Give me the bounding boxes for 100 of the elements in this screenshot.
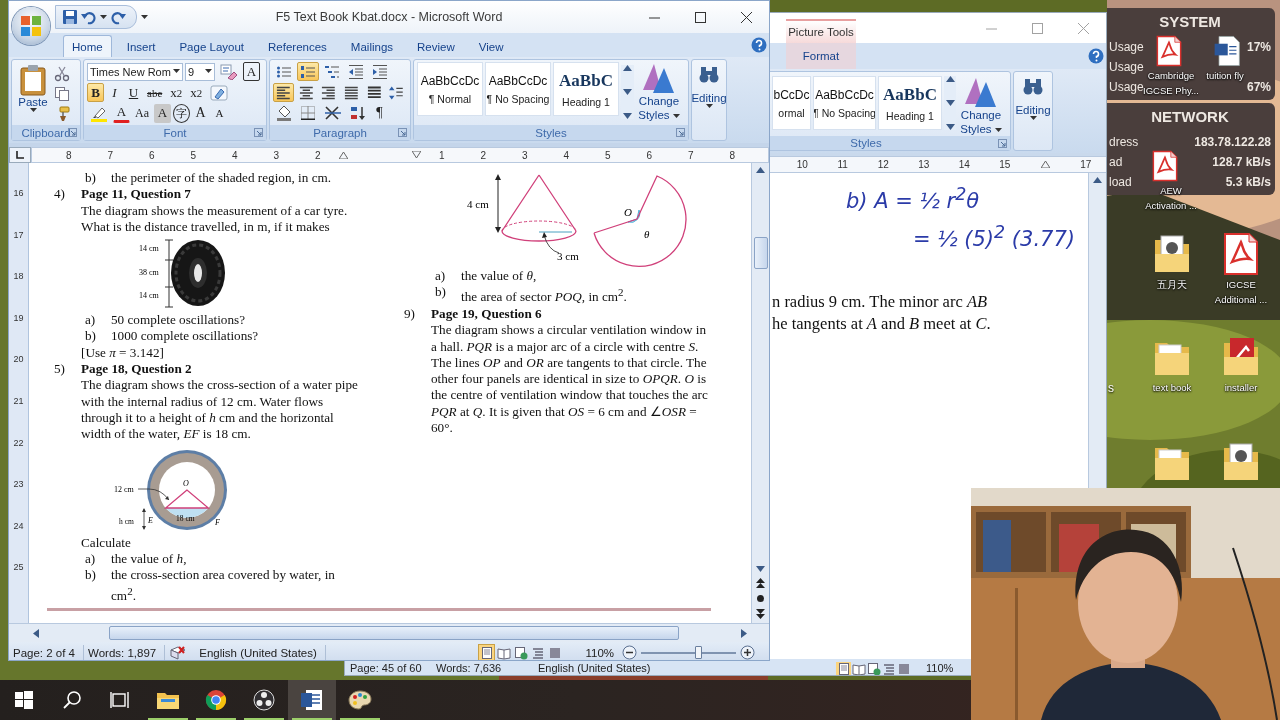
windows-logo-icon[interactable] — [15, 691, 33, 709]
change-case-button[interactable]: Aa — [132, 103, 152, 123]
ribbon-tab[interactable]: References — [259, 35, 336, 57]
scroll-right-icon[interactable] — [741, 628, 747, 638]
indent-marker-icon[interactable] — [412, 151, 421, 159]
style-tile[interactable]: AaBbC Heading 1 — [878, 76, 942, 130]
justify-icon[interactable] — [344, 84, 359, 101]
align-center-icon[interactable] — [298, 84, 314, 101]
ribbon-tab[interactable]: Insert — [117, 35, 165, 57]
style-tile[interactable]: AaBbC Heading 1 — [553, 62, 619, 116]
editing-button[interactable]: Editing — [1014, 72, 1052, 125]
maximize-icon[interactable] — [694, 11, 706, 23]
tab-selector-icon[interactable] — [15, 150, 25, 160]
strikethrough-button[interactable]: abe — [144, 83, 166, 102]
eraser-icon[interactable] — [210, 84, 229, 101]
taskbar-button[interactable] — [288, 680, 336, 720]
font-name-field[interactable]: Times New Rom — [87, 62, 183, 81]
indent-marker-icon[interactable] — [338, 151, 348, 159]
save-icon[interactable] — [62, 9, 78, 25]
task-view-icon[interactable] — [110, 691, 130, 709]
borders-icon[interactable] — [300, 105, 316, 122]
caret-icon[interactable] — [141, 14, 148, 20]
undo-icon[interactable] — [81, 9, 97, 25]
character-shading-button[interactable]: A — [154, 103, 171, 123]
paste-button[interactable]: Paste — [15, 62, 51, 123]
style-tile[interactable]: AaBbCcDc ¶ Normal — [417, 62, 483, 116]
scroll-up-icon[interactable] — [623, 65, 632, 71]
multilevel-list-icon[interactable] — [324, 63, 340, 80]
close-icon[interactable] — [740, 11, 752, 23]
help-icon[interactable] — [1088, 48, 1104, 64]
dialog-launcher-icon[interactable] — [254, 128, 263, 137]
scroll-thumb[interactable] — [109, 626, 679, 640]
scissors-icon[interactable] — [54, 66, 70, 82]
zoom-in-icon[interactable] — [740, 645, 755, 660]
line-spacing-icon[interactable] — [389, 84, 405, 101]
increase-indent-icon[interactable] — [372, 63, 388, 80]
text-direction-icon[interactable] — [324, 105, 342, 122]
indent-marker-icon[interactable] — [1040, 160, 1050, 168]
underline-button[interactable]: U — [125, 83, 142, 102]
clear-format-icon[interactable] — [220, 63, 238, 80]
align-right-icon[interactable] — [321, 84, 336, 101]
scroll-left-icon[interactable] — [33, 628, 39, 638]
scroll-down-icon[interactable] — [623, 113, 632, 119]
change-styles-button[interactable]: Change Styles — [958, 76, 1004, 136]
caret-icon[interactable] — [100, 14, 107, 20]
view-button[interactable] — [881, 662, 896, 675]
decrease-indent-icon[interactable] — [348, 63, 364, 80]
ribbon-tab[interactable]: Format — [786, 43, 856, 69]
character-border-button[interactable]: A — [243, 62, 260, 82]
bold-button[interactable]: B — [87, 83, 104, 102]
redo-icon[interactable] — [110, 9, 126, 25]
next-page-icon[interactable] — [756, 609, 765, 619]
zoom-out-icon[interactable] — [622, 645, 637, 660]
font-color-button[interactable]: A — [113, 103, 130, 123]
align-left-button[interactable] — [273, 83, 294, 102]
distribute-icon[interactable] — [366, 84, 382, 101]
style-tile[interactable]: AaBbCcDc ¶ No Spacing — [813, 76, 876, 130]
scroll-up-icon[interactable] — [945, 76, 955, 82]
sort-icon[interactable] — [350, 105, 366, 122]
zoom-thumb[interactable] — [694, 646, 702, 659]
folder-icon[interactable] — [156, 690, 180, 710]
dialog-launcher-icon[interactable] — [998, 139, 1007, 148]
scroll-down-icon[interactable] — [756, 566, 765, 572]
view-button[interactable] — [896, 662, 911, 675]
dialog-launcher-icon[interactable] — [68, 128, 77, 137]
dialog-launcher-icon[interactable] — [398, 128, 407, 137]
numbering-button[interactable] — [297, 62, 319, 82]
help-icon[interactable] — [751, 37, 767, 53]
browse-object-icon[interactable] — [756, 594, 765, 603]
style-tile[interactable]: AaBbCcDc ¶ No Spacing — [485, 62, 551, 116]
ribbon-tab[interactable]: View — [469, 35, 513, 57]
editing-button[interactable]: Editing — [692, 60, 726, 113]
copy-icon[interactable] — [54, 86, 70, 102]
scroll-down-icon[interactable] — [945, 124, 955, 130]
view-button[interactable] — [851, 662, 866, 675]
change-styles-button[interactable]: Change Styles — [636, 62, 682, 123]
view-button[interactable] — [512, 644, 530, 660]
ribbon-tab[interactable]: Home — [63, 35, 112, 57]
ribbon-tab[interactable]: Mailings — [341, 35, 403, 57]
ribbon-tab[interactable]: Review — [408, 35, 464, 57]
view-button[interactable] — [478, 644, 496, 660]
chrome-icon[interactable] — [205, 689, 227, 711]
style-tile[interactable]: bCcDc ormal — [772, 76, 811, 130]
previous-page-icon[interactable] — [756, 578, 765, 588]
obs-icon[interactable] — [253, 689, 275, 711]
grow-font-button[interactable]: A — [192, 103, 209, 123]
dialog-launcher-icon[interactable] — [676, 128, 685, 137]
palette-icon[interactable] — [348, 689, 372, 711]
scroll-down-icon[interactable] — [945, 100, 955, 106]
italic-button[interactable]: I — [106, 83, 123, 102]
show-marks-button[interactable]: ¶ — [371, 103, 388, 123]
scroll-down-icon[interactable] — [623, 89, 632, 95]
view-button[interactable] — [866, 662, 881, 675]
ribbon-tab[interactable]: Page Layout — [170, 35, 254, 57]
spellcheck-icon[interactable] — [169, 644, 188, 660]
shrink-font-button[interactable]: A — [211, 103, 228, 123]
search-icon[interactable] — [62, 690, 82, 710]
font-size-field[interactable]: 9 — [185, 62, 215, 81]
view-button[interactable] — [836, 662, 851, 675]
scroll-up-icon[interactable] — [1093, 177, 1102, 183]
